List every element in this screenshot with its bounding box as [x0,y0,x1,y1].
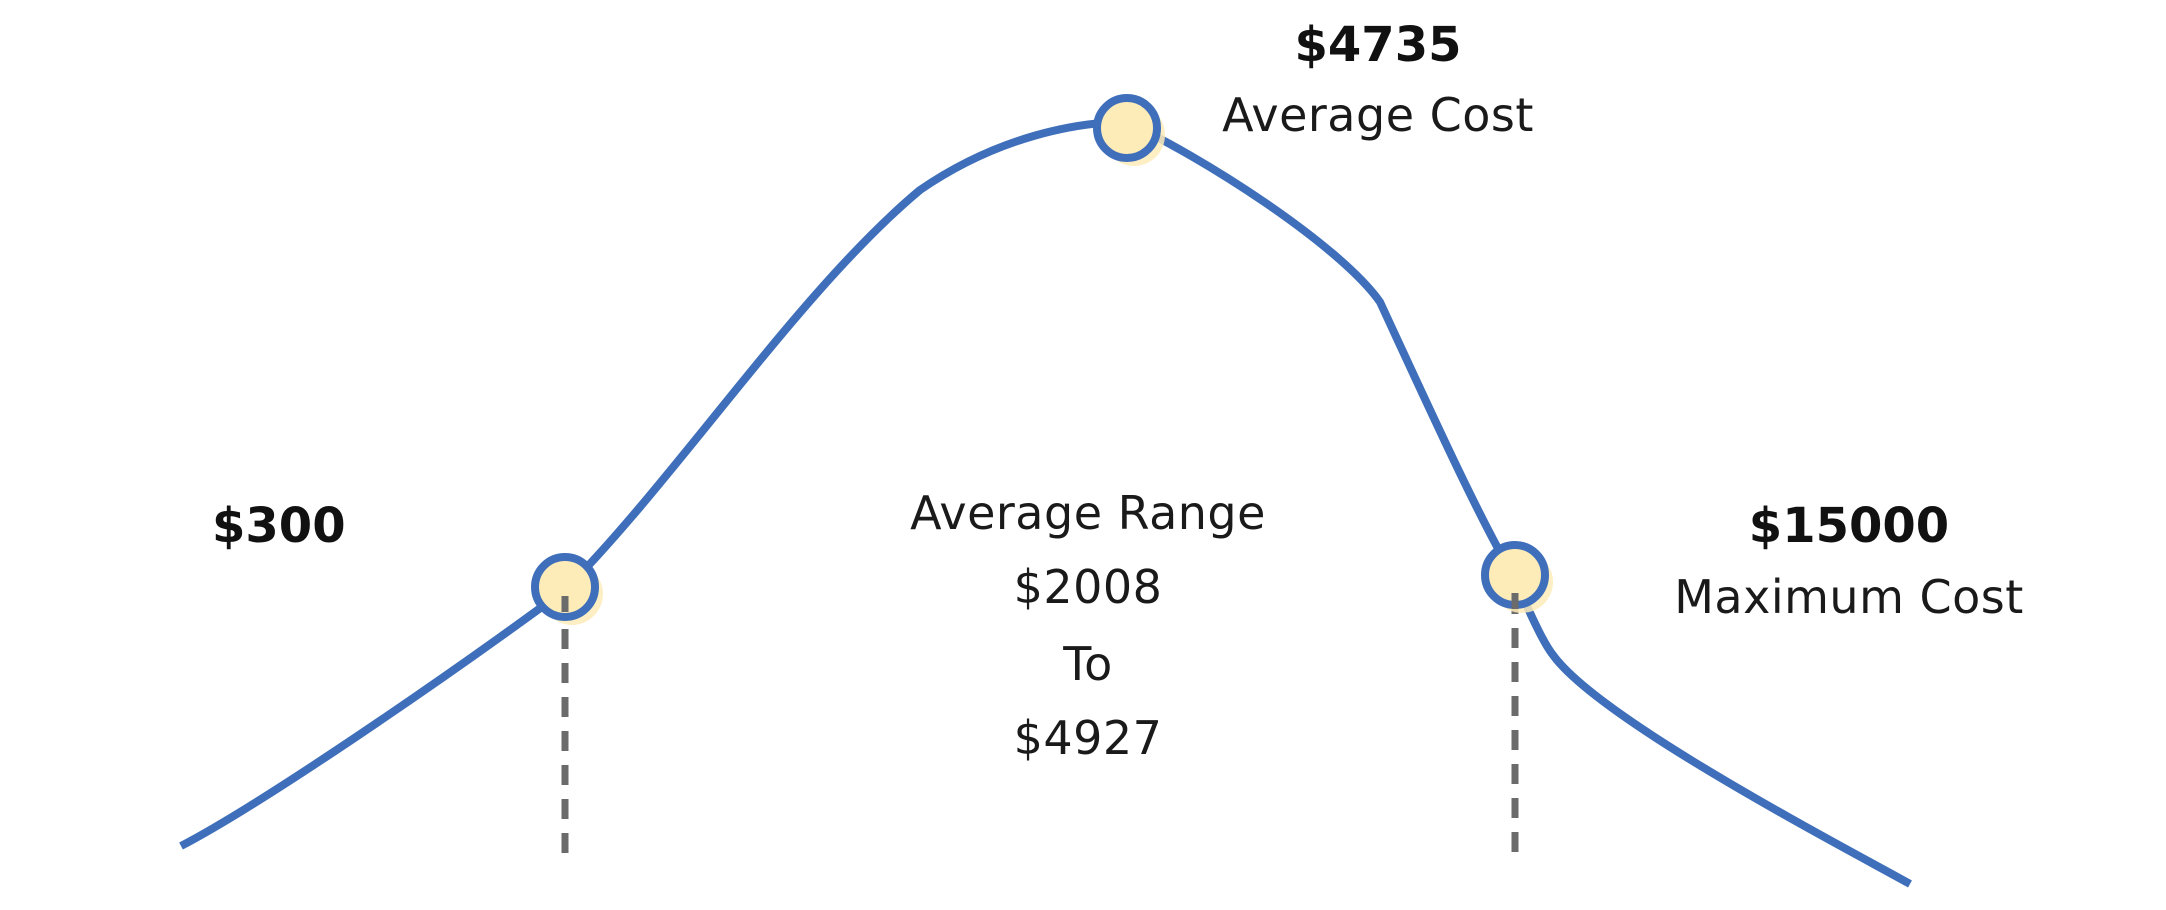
average-cost-value-label: $4735 [1294,17,1462,73]
range-low-marker [531,553,603,625]
minimum-value-label: $300 [212,498,346,554]
cost-distribution-diagram [179,94,1912,888]
range-high-marker [1481,541,1553,613]
average-range-title: Average Range [910,486,1266,540]
average-cost-marker [1093,94,1165,166]
average-range-high-value: $4927 [1013,711,1163,765]
maximum-cost-caption: Maximum Cost [1674,570,2024,624]
average-range-low-value: $2008 [1013,560,1163,614]
maximum-cost-value-label: $15000 [1748,498,1950,554]
average-range-connector: To [1063,637,1113,691]
average-cost-caption: Average Cost [1222,88,1534,142]
